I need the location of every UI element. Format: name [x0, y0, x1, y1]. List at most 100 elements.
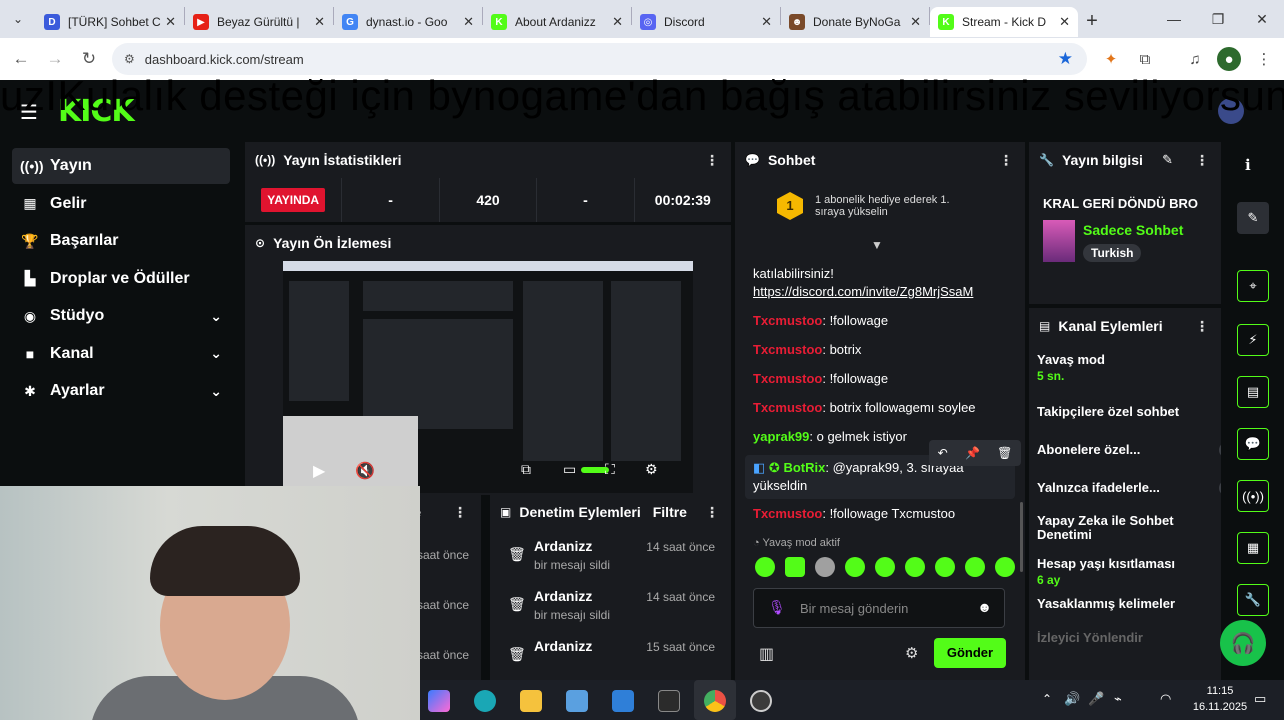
- mic-tray-icon[interactable]: 🎤: [1088, 691, 1104, 707]
- file-explorer-icon[interactable]: [520, 690, 542, 712]
- tab-close-icon[interactable]: ✕: [314, 14, 325, 30]
- chat-username[interactable]: Txcmustoo: [753, 313, 822, 328]
- store-icon[interactable]: ▥: [759, 644, 774, 664]
- emote-icon[interactable]: [875, 557, 895, 577]
- more-options-icon[interactable]: ⋮: [705, 152, 719, 169]
- settings-gear-icon[interactable]: ⚙: [645, 461, 658, 478]
- channel-action-item[interactable]: İzleyici Yönlendir: [1037, 630, 1221, 645]
- play-icon[interactable]: ▶: [313, 461, 325, 481]
- browser-tab[interactable]: ☻ Donate ByNoGa ✕: [781, 7, 929, 37]
- chat-link[interactable]: https://discord.com/invite/Zg8MrjSsaM: [753, 284, 973, 299]
- browser-tab[interactable]: D [TÜRK] Sohbet C ✕: [36, 7, 184, 37]
- browser-tab[interactable]: K Stream - Kick D ✕: [930, 7, 1078, 37]
- notification-icon[interactable]: ▭: [1254, 691, 1266, 707]
- emote-icon[interactable]: [935, 557, 955, 577]
- chat-username[interactable]: BotRix: [783, 460, 825, 475]
- moderator-name[interactable]: Ardanizz: [534, 538, 592, 554]
- info-icon[interactable]: ℹ: [1245, 156, 1251, 174]
- more-options-icon[interactable]: ⋮: [999, 152, 1013, 169]
- channel-action-item[interactable]: Yalnızca ifadelerle...: [1037, 480, 1221, 496]
- close-window-button[interactable]: ✕: [1240, 11, 1284, 28]
- moderator-name[interactable]: Ardanizz: [534, 638, 592, 654]
- site-info-icon[interactable]: ⚙: [124, 52, 135, 66]
- chevron-down-icon[interactable]: ⌄: [210, 345, 222, 362]
- more-options-icon[interactable]: ⋮: [705, 504, 719, 521]
- pin-icon[interactable]: 📌: [965, 446, 980, 460]
- tab-close-icon[interactable]: ✕: [1059, 14, 1070, 30]
- tab-close-icon[interactable]: ✕: [612, 14, 623, 30]
- maximize-button[interactable]: ❐: [1196, 11, 1240, 28]
- more-options-icon[interactable]: ⋮: [1195, 152, 1209, 169]
- clock-date[interactable]: 16.11.2025: [1190, 701, 1250, 713]
- moderator-name[interactable]: Ardanizz: [534, 588, 592, 604]
- filter-button[interactable]: Filtre: [653, 504, 687, 520]
- sidebar-item-yayın[interactable]: ((•)) Yayın: [12, 148, 230, 184]
- toggle-switch[interactable]: [1219, 480, 1221, 496]
- minimize-button[interactable]: —: [1152, 11, 1196, 27]
- tab-search-icon[interactable]: ⌄: [0, 0, 36, 38]
- rail-broadcast-icon[interactable]: ((•)): [1237, 480, 1269, 512]
- browser-tab[interactable]: Gdynast.io - Goo ✕: [334, 7, 482, 37]
- tab-close-icon[interactable]: ✕: [463, 14, 474, 30]
- emote-icon[interactable]: [905, 557, 925, 577]
- tray-chevron-icon[interactable]: ⌃: [1042, 692, 1052, 706]
- chat-username[interactable]: Txcmustoo: [753, 400, 822, 415]
- rail-wrench-icon[interactable]: 🔧: [1237, 584, 1269, 616]
- emote-icon[interactable]: [845, 557, 865, 577]
- mic-icon[interactable]: 🎙: [768, 599, 786, 616]
- chevron-down-icon[interactable]: ⌄: [210, 383, 222, 400]
- volume-icon[interactable]: 🔊: [1064, 691, 1080, 707]
- rail-chat-icon[interactable]: 💬: [1237, 428, 1269, 460]
- rail-layout-icon[interactable]: ▦: [1237, 532, 1269, 564]
- browser-tab[interactable]: ▶ Beyaz Gürültü | ✕: [185, 7, 333, 37]
- chevron-down-icon[interactable]: ⌄: [210, 308, 222, 325]
- pinned-goal[interactable]: 1 1 abonelik hediye ederek 1. sıraya yük…: [777, 192, 977, 222]
- tab-close-icon[interactable]: ✕: [165, 14, 176, 30]
- emoji-icon[interactable]: ☻: [977, 599, 992, 615]
- app-icon[interactable]: [566, 690, 588, 712]
- emote-icon[interactable]: [815, 557, 835, 577]
- theater-icon[interactable]: ▭: [563, 461, 576, 478]
- send-button[interactable]: Gönder: [934, 638, 1006, 668]
- emote-icon[interactable]: [785, 557, 805, 577]
- scroll-down-icon[interactable]: ▼: [871, 238, 883, 252]
- delete-icon[interactable]: 🗑: [997, 446, 1012, 460]
- rail-document-icon[interactable]: ▤: [1237, 376, 1269, 408]
- browser-tab[interactable]: K About Ardanizz ✕: [483, 7, 631, 37]
- sidebar-item-gelir[interactable]: ▦ Gelir: [12, 186, 230, 222]
- sidebar-item-başarılar[interactable]: 🏆 Başarılar: [12, 223, 230, 259]
- channel-action-item[interactable]: Takipçilere özel sohbet›: [1037, 404, 1221, 419]
- chat-scrollbar[interactable]: [1020, 502, 1023, 572]
- chat-username[interactable]: Txcmustoo: [753, 506, 822, 521]
- stream-preview-video[interactable]: ▶ 🔇 ⧉ ▭ ⛶ ⚙: [283, 261, 693, 493]
- sidebar-item-kanal[interactable]: ■ Kanal ⌄: [12, 336, 230, 372]
- chat-input[interactable]: 🎙 Bir mesaj gönderin ☻: [753, 588, 1005, 628]
- channel-action-item[interactable]: Yavaş mod5 sn.›: [1037, 352, 1221, 383]
- category-name[interactable]: Sadece Sohbet: [1083, 222, 1183, 238]
- chat-username[interactable]: yaprak99: [753, 429, 809, 444]
- chat-settings-icon[interactable]: ⚙: [905, 644, 918, 662]
- rail-lightning-icon[interactable]: ⚡: [1237, 324, 1269, 356]
- tab-close-icon[interactable]: ✕: [761, 14, 772, 30]
- edit-icon[interactable]: ✎: [1162, 152, 1173, 168]
- sidebar-item-stüdyo[interactable]: ◉ Stüdyo ⌄: [12, 298, 230, 334]
- rail-target-icon[interactable]: ⌖: [1237, 270, 1269, 302]
- outlook-icon[interactable]: [612, 690, 634, 712]
- emote-icon[interactable]: [995, 557, 1015, 577]
- pip-icon[interactable]: ⧉: [521, 461, 531, 478]
- wifi-icon[interactable]: ◠: [1160, 691, 1171, 707]
- terminal-icon[interactable]: [658, 690, 680, 712]
- channel-action-item[interactable]: Yasaklanmış kelimeler›: [1037, 596, 1221, 611]
- chat-username[interactable]: Txcmustoo: [753, 371, 822, 386]
- more-options-icon[interactable]: ⋮: [453, 504, 467, 521]
- edge-icon[interactable]: [474, 690, 496, 712]
- support-headset-icon[interactable]: 🎧: [1220, 620, 1266, 666]
- chat-username[interactable]: Txcmustoo: [753, 342, 822, 357]
- tab-close-icon[interactable]: ✕: [910, 14, 921, 30]
- channel-action-item[interactable]: Hesap yaşı kısıtlaması6 ay›: [1037, 556, 1221, 587]
- network-icon[interactable]: ⌁: [1114, 691, 1122, 707]
- emote-icon[interactable]: [755, 557, 775, 577]
- fullscreen-icon[interactable]: ⛶: [605, 461, 615, 478]
- new-tab-button[interactable]: +: [1078, 10, 1106, 33]
- sidebar-item-droplar[interactable]: ▙ Droplar ve Ödüller: [12, 261, 230, 297]
